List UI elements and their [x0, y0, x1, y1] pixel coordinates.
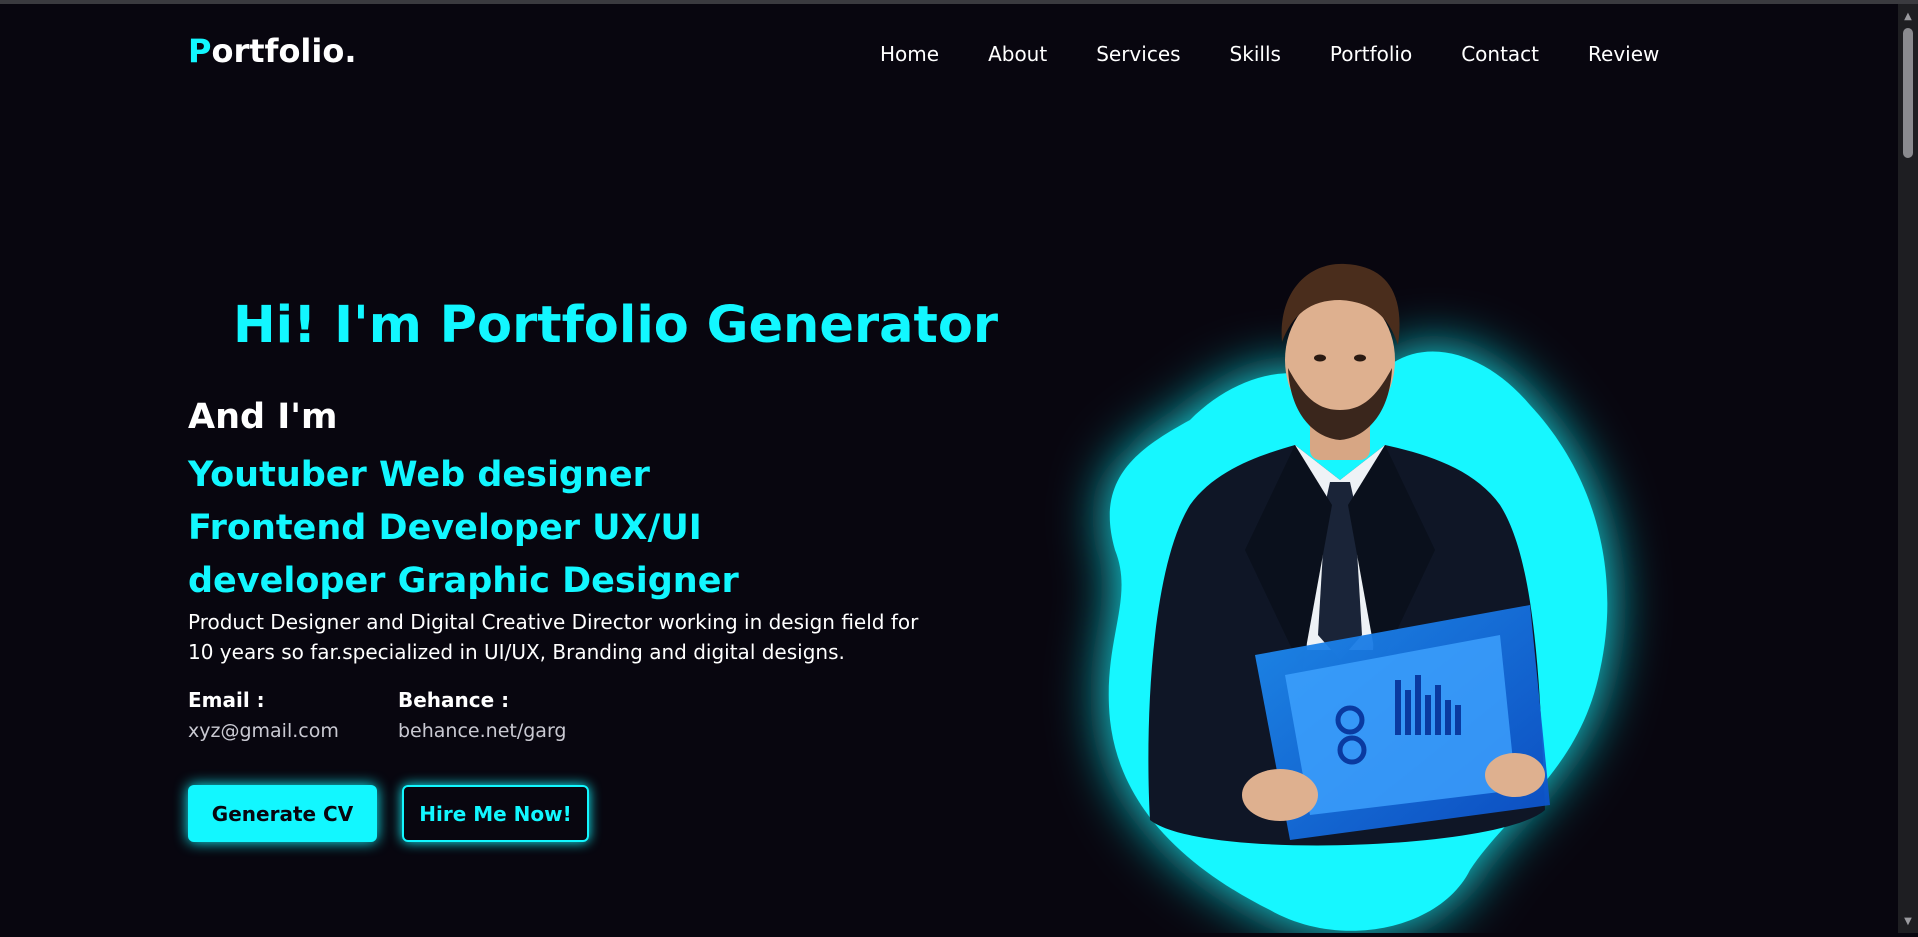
behance-info: Behance : behance.net/garg: [398, 688, 566, 742]
behance-label: Behance :: [398, 688, 510, 712]
nav-services[interactable]: Services: [1096, 42, 1180, 66]
nav-portfolio[interactable]: Portfolio: [1330, 42, 1412, 66]
site-header: Portfolio. Home About Services Skills Po…: [0, 4, 1898, 104]
scroll-up-arrow-icon[interactable]: ▲: [1898, 6, 1918, 26]
hero-description: Product Designer and Digital Creative Di…: [188, 610, 919, 664]
email-info: Email : xyz@gmail.com: [188, 688, 339, 742]
main-nav: Home About Services Skills Portfolio Con…: [880, 42, 1659, 66]
scroll-down-arrow-icon[interactable]: ▼: [1898, 911, 1918, 931]
logo-initial: P: [188, 32, 212, 70]
scrollbar-thumb[interactable]: [1903, 28, 1913, 158]
nav-contact[interactable]: Contact: [1461, 42, 1539, 66]
hero-illustration: [1108, 263, 1608, 931]
email-value[interactable]: xyz@gmail.com: [188, 720, 339, 742]
behance-value[interactable]: behance.net/garg: [398, 720, 566, 742]
logo[interactable]: Portfolio.: [188, 32, 357, 70]
generate-cv-button[interactable]: Generate CV: [188, 785, 377, 842]
nav-about[interactable]: About: [988, 42, 1047, 66]
hero-title: Hi! I'm Portfolio Generator: [233, 296, 999, 355]
nav-home[interactable]: Home: [880, 42, 939, 66]
hire-me-button[interactable]: Hire Me Now!: [402, 785, 589, 842]
hero-visual: [1040, 250, 1680, 933]
email-label: Email :: [188, 688, 265, 712]
nav-skills[interactable]: Skills: [1230, 42, 1281, 66]
logo-text: ortfolio.: [211, 32, 357, 70]
and-im-heading: And I'm: [188, 397, 338, 437]
person-figure: [1148, 263, 1550, 846]
page-scrollbar[interactable]: ▲ ▼: [1898, 4, 1918, 933]
nav-review[interactable]: Review: [1588, 42, 1659, 66]
roles-text: Youtuber Web designer Frontend Developer…: [188, 455, 739, 601]
